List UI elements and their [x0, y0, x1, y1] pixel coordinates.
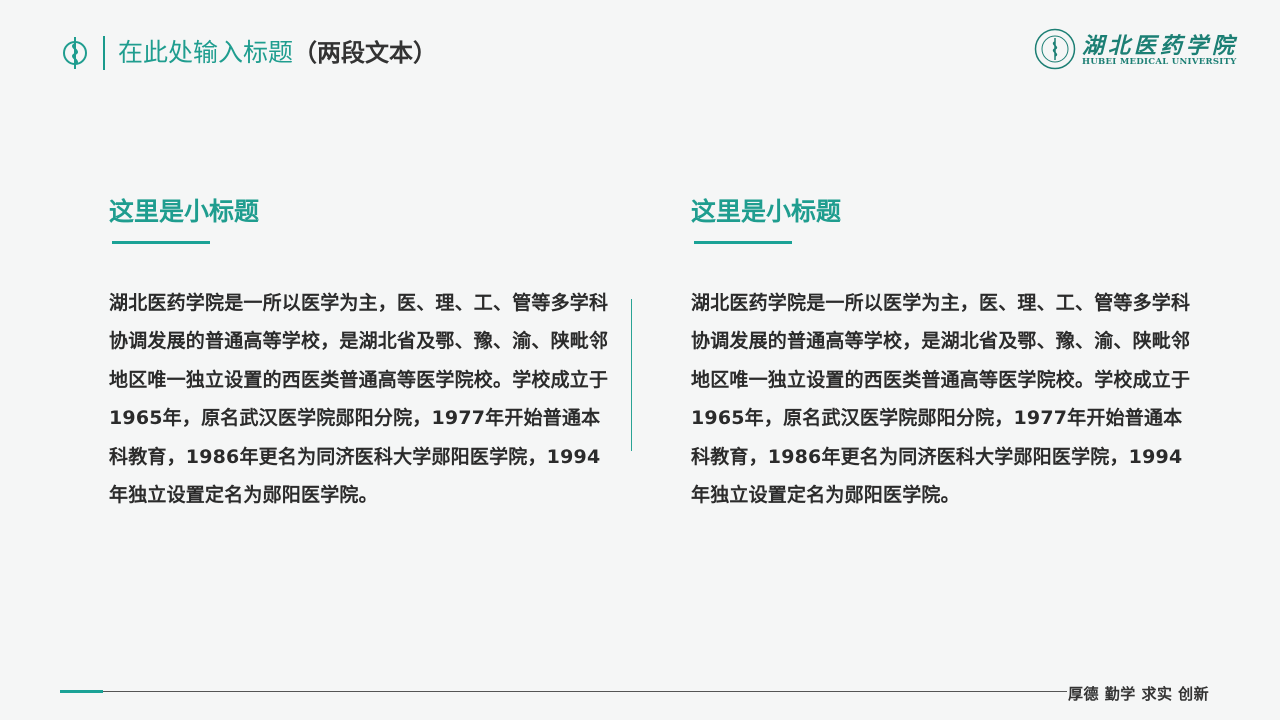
- university-seal-icon: [1034, 28, 1076, 70]
- university-name-en: HUBEI MEDICAL UNIVERSITY: [1082, 57, 1237, 67]
- content-column-right: 这里是小标题 湖北医药学院是一所以医学为主，医、理、工、管等多学科协调发展的普通…: [691, 190, 1191, 514]
- title-divider: [103, 36, 105, 70]
- column-divider: [631, 299, 632, 451]
- page-title: 在此处输入标题（两段文本）: [118, 36, 437, 70]
- subtitle-underline-right: [694, 241, 792, 244]
- subtitle-underline-left: [112, 241, 210, 244]
- footer-accent-bar: [60, 690, 103, 693]
- body-text-left: 湖北医药学院是一所以医学为主，医、理、工、管等多学科协调发展的普通高等学校，是湖…: [109, 292, 609, 507]
- page-title-main: 在此处输入标题: [118, 38, 294, 67]
- subtitle-left: 这里是小标题: [109, 197, 260, 226]
- university-motto: 厚德 勤学 求实 创新: [1068, 685, 1210, 703]
- subtitle-right: 这里是小标题: [691, 197, 842, 226]
- content-column-left: 这里是小标题 湖北医药学院是一所以医学为主，医、理、工、管等多学科协调发展的普通…: [109, 190, 609, 514]
- body-text-right: 湖北医药学院是一所以医学为主，医、理、工、管等多学科协调发展的普通高等学校，是湖…: [691, 292, 1191, 507]
- caduceus-logo-icon: [63, 37, 87, 69]
- footer-line: [103, 691, 1067, 692]
- page-title-suffix: （两段文本）: [293, 39, 438, 67]
- university-name-cn: 湖北医药学院: [1082, 33, 1239, 59]
- university-brand: 湖北医药学院 HUBEI MEDICAL UNIVERSITY: [1034, 28, 1236, 72]
